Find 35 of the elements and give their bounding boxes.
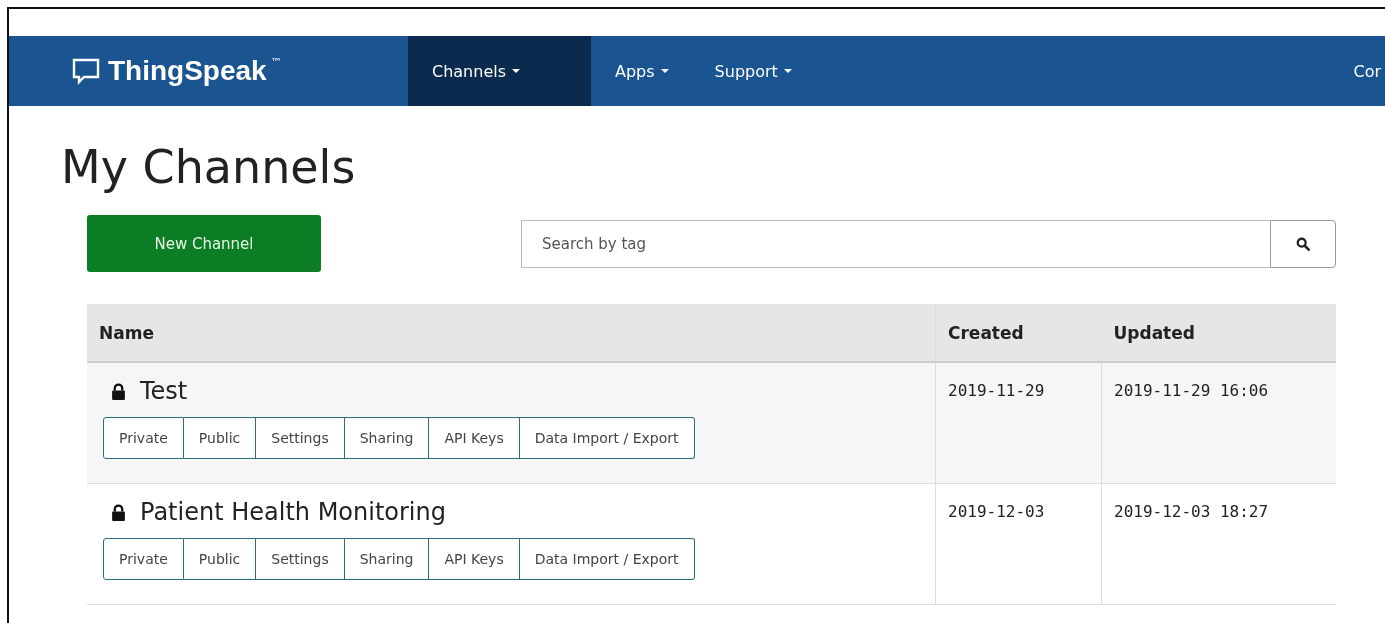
channel-action-button[interactable]: Data Import / Export (519, 538, 695, 580)
channel-action-button[interactable]: Public (183, 417, 257, 459)
table-cell: 2019-12-03 (935, 483, 1102, 605)
column-header: Name (87, 304, 936, 362)
search-field[interactable]: Search by tag (521, 219, 1270, 268)
channel-action-button[interactable]: API Keys (429, 538, 520, 580)
nav-menu[interactable]: Apps (591, 36, 691, 106)
nav-link[interactable]: Cor (1353, 61, 1381, 81)
channel-name-link[interactable]: Patient Health Monitoring (140, 498, 446, 526)
channel-action-button[interactable]: Public (183, 538, 257, 580)
nav-menu[interactable]: Support (690, 36, 814, 106)
table-cell: 2019-12-03 18:27 (1101, 483, 1336, 605)
caret-icon (660, 69, 669, 73)
channel-action-button[interactable]: Settings (256, 417, 345, 459)
channel-action-button[interactable]: Private (103, 538, 184, 580)
nav-menu[interactable]: Channels (408, 36, 591, 106)
page-heading: My Channels (61, 140, 357, 196)
search-button[interactable] (1270, 219, 1336, 268)
channel-action-button[interactable]: Private (103, 417, 184, 459)
speech-bubble-icon (72, 57, 100, 85)
search-icon (1296, 236, 1310, 251)
channel-action-button[interactable]: API Keys (429, 417, 520, 459)
table-cell: 2019-11-29 (935, 362, 1102, 484)
column-header: Updated (1101, 304, 1336, 362)
new-channel-button[interactable]: New Channel (87, 215, 321, 272)
column-header: Created (935, 304, 1102, 362)
caret-icon (783, 69, 792, 73)
brand-logo[interactable]: ThingSpeak$^{™}$ (72, 36, 408, 106)
table-cell: 2019-11-29 16:06 (1101, 362, 1336, 484)
channel-action-button[interactable]: Sharing (344, 417, 430, 459)
channel-action-button[interactable]: Data Import / Export (519, 417, 695, 459)
channel-name-link[interactable]: Test (140, 377, 188, 405)
channel-action-button[interactable]: Settings (256, 538, 345, 580)
caret-icon (512, 69, 521, 73)
channel-action-button[interactable]: Sharing (344, 538, 430, 580)
